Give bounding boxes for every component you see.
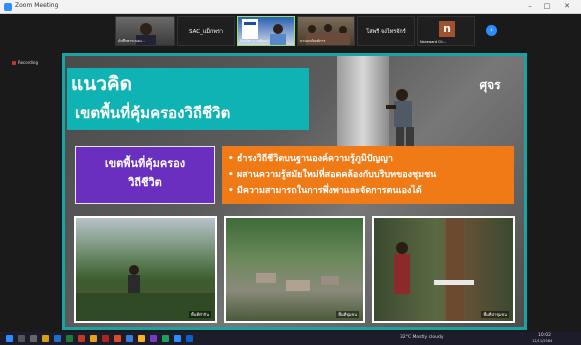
participant-name: โสพรี จงไทรจักร์ bbox=[366, 29, 406, 35]
app-icon[interactable] bbox=[150, 335, 157, 342]
file-explorer-icon[interactable] bbox=[42, 335, 49, 342]
window-title: Zoom Meeting bbox=[15, 2, 59, 9]
powerpoint-icon[interactable] bbox=[78, 335, 85, 342]
task-view-icon[interactable] bbox=[30, 335, 37, 342]
app-icon[interactable] bbox=[162, 335, 169, 342]
search-icon[interactable] bbox=[18, 335, 25, 342]
start-icon[interactable] bbox=[6, 335, 13, 342]
taskbar: 32°C Mostly cloudy 10:02 12/11/2564 bbox=[0, 332, 581, 345]
participant-name: นามนรภัณฑ์การ bbox=[300, 39, 326, 43]
clock-time[interactable]: 10:02 bbox=[538, 333, 551, 338]
participant-name: Naraward Ch... bbox=[420, 40, 447, 44]
participant-tile[interactable]: n Naraward Ch... bbox=[417, 16, 475, 46]
recording-icon bbox=[12, 61, 16, 65]
shared-screen: แนวคิด เขตพื้นที่คุ้มครองวิถีชีวิต ศุจร … bbox=[62, 53, 527, 330]
zoom-window: Zoom Meeting – □ ✕ Recording นักศึกษาระบ… bbox=[0, 0, 581, 345]
maximize-button[interactable]: □ bbox=[540, 1, 554, 12]
app-icon[interactable] bbox=[114, 335, 121, 342]
app-icon[interactable] bbox=[138, 335, 145, 342]
close-button[interactable]: ✕ bbox=[560, 1, 574, 12]
avatar: n bbox=[439, 21, 455, 37]
next-participants-button[interactable]: › bbox=[486, 25, 497, 36]
clock-date[interactable]: 12/11/2564 bbox=[532, 339, 552, 343]
participant-tile[interactable]: โสพรี จงไทรจักร์ bbox=[357, 16, 415, 46]
participant-name: นักศึกษาระบอบ... bbox=[118, 39, 145, 43]
participant-name: ปัณภัทร การพัฒนา bbox=[240, 39, 269, 43]
weather-status[interactable]: 32°C Mostly cloudy bbox=[400, 335, 444, 340]
app-icon[interactable] bbox=[126, 335, 133, 342]
word-icon[interactable] bbox=[54, 335, 61, 342]
participant-tile[interactable]: นักศึกษาระบอบ... bbox=[115, 16, 175, 46]
participant-name: SAC_แม็กพรา bbox=[188, 29, 224, 35]
app-icon[interactable] bbox=[186, 335, 193, 342]
participant-tile[interactable]: SAC_แม็กพรา bbox=[177, 16, 235, 46]
title-bar: Zoom Meeting – □ ✕ bbox=[0, 0, 581, 14]
minimize-button[interactable]: – bbox=[523, 1, 537, 12]
participant-tile[interactable]: นามนรภัณฑ์การ bbox=[297, 16, 355, 46]
excel-icon[interactable] bbox=[66, 335, 73, 342]
chrome-icon[interactable] bbox=[90, 335, 97, 342]
recording-label: Recording bbox=[18, 60, 39, 65]
participant-tile-active[interactable]: ปัณภัทร การพัฒนา bbox=[237, 16, 295, 46]
zoom-taskbar-icon[interactable] bbox=[174, 335, 181, 342]
slide-border bbox=[62, 53, 527, 330]
acrobat-icon[interactable] bbox=[102, 335, 109, 342]
zoom-app-icon bbox=[4, 3, 12, 11]
